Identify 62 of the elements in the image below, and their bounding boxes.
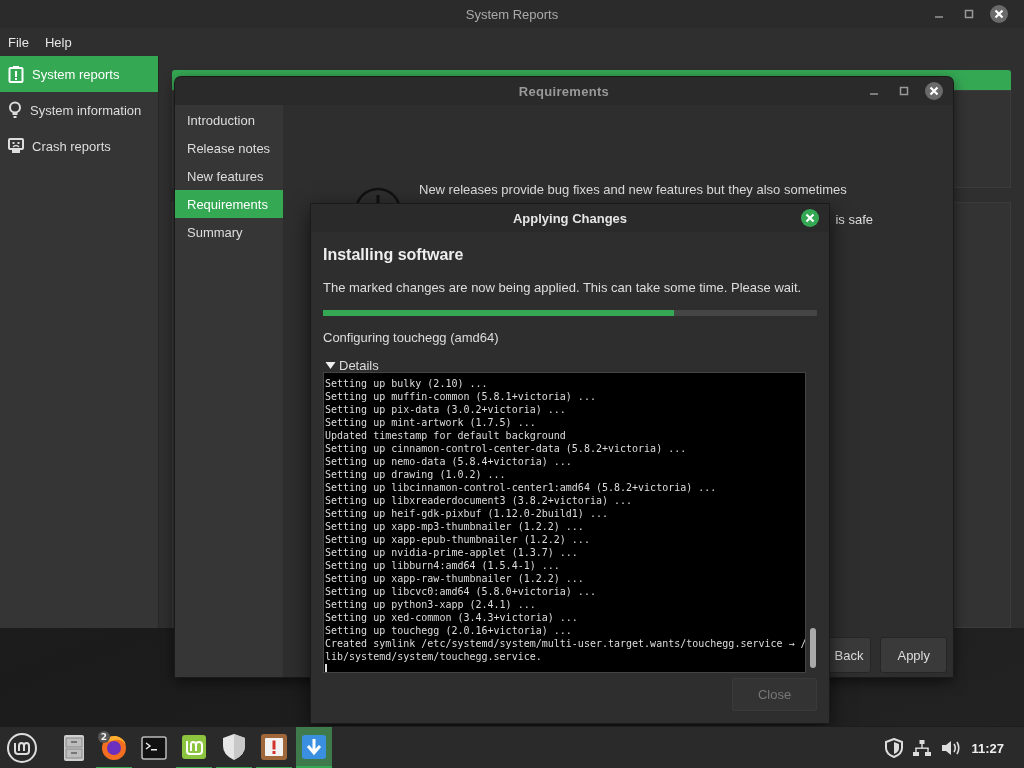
sidebar-item[interactable]: System information [0, 92, 158, 128]
log-line: Setting up muffin-common (5.8.1+victoria) ... [325, 390, 596, 403]
close-button[interactable] [923, 80, 945, 102]
file-cabinet-icon [62, 734, 86, 762]
details-expander[interactable]: Details [323, 358, 379, 372]
log-line: Setting up cinnamon-control-center-data (5.8.2+victoria) ... [325, 442, 687, 455]
log-line: Setting up xapp-raw-thumbnailer (1.2.2) ... [325, 572, 584, 585]
globe-fox-icon [100, 733, 128, 761]
log-line: Setting up xapp-epub-thumbnailer (1.2.2) ... [325, 533, 590, 546]
log-line: Setting up mint-artwork (1.7.5) ... [325, 416, 536, 429]
log-line: Setting up libcvc0:amd64 (5.8.0+victoria) ... [325, 585, 596, 598]
sidebar-item[interactable]: Crash reports [0, 128, 158, 164]
log-line: Setting up pix-data (3.0.2+victoria) ... [325, 403, 566, 416]
dialog-heading: Installing software [323, 245, 464, 265]
log-line: Setting up bulky (2.10) ... [325, 377, 488, 390]
step-item[interactable]: Introduction [175, 106, 283, 134]
clock[interactable]: 11:27 [971, 740, 1004, 756]
menu-item[interactable]: File [8, 34, 29, 50]
log-line: Setting up libcinnamon-control-center1:amd64 (5.8.2+victoria) ... [325, 481, 717, 494]
status-text: Configuring touchegg (amd64) [323, 330, 499, 346]
log-line: Setting up touchegg (2.0.16+victoria) ... [325, 624, 572, 637]
message-text: The marked changes are now being applied. This can take some time. Please wait. [323, 280, 802, 296]
log-line: Setting up xapp-mp3-thumbnailer (1.2.2) ... [325, 520, 584, 533]
maximize-icon[interactable] [899, 86, 909, 96]
shield-icon [222, 733, 246, 761]
volume-icon[interactable] [941, 740, 962, 756]
log-line: Setting up libxreaderdocument3 (3.8.2+victoria) ... [325, 494, 633, 507]
message-text: is safe [835, 212, 873, 228]
log-line: Setting up libburn4:amd64 (1.5.4-1) ... [325, 559, 560, 572]
window-title: System Reports [465, 6, 559, 22]
mint-logo-icon [181, 734, 207, 760]
maximize-icon[interactable] [964, 9, 974, 19]
shield-icon[interactable] [885, 738, 904, 758]
log-line: Setting up python3-xapp (2.4.1) ... [325, 598, 536, 611]
dialog-title: Applying Changes [512, 210, 628, 226]
close-button[interactable] [800, 208, 820, 228]
log-line: lib/systemd/system/touchegg.service. [325, 650, 542, 663]
log-line: Setting up xed-common (3.4.3+victoria) ... [325, 611, 578, 624]
log-line: Setting up drawing (1.0.2) ... [325, 468, 506, 481]
step-item[interactable]: Summary [175, 218, 283, 246]
clipboard-icon [8, 65, 24, 83]
network-icon[interactable] [913, 739, 932, 757]
close-button[interactable] [988, 3, 1010, 25]
taskbar-launcher[interactable]: 2 [96, 727, 132, 768]
alert-box-icon [260, 733, 288, 761]
log-line: Setting up nemo-data (5.8.4+victoria) ... [325, 455, 572, 468]
log-line: Updated timestamp for default background [325, 429, 566, 442]
menu-item[interactable]: Help [44, 34, 72, 50]
log-line: Setting up nvidia-prime-applet (1.3.7) ... [325, 546, 578, 559]
log-line: Created symlink /etc/systemd/system/multi-user.target.wants/touchegg.service → / [325, 637, 806, 650]
terminal-icon [141, 736, 167, 760]
log-line: Setting up heif-gdk-pixbuf (1.12.0-2build1) ... [325, 507, 608, 520]
scrollbar-thumb[interactable] [810, 628, 817, 668]
count-badge: 2 [98, 731, 110, 743]
expand-triangle-icon [325, 360, 336, 370]
sad-monitor-icon [8, 138, 24, 154]
lightbulb-icon [8, 101, 22, 119]
dialog-button[interactable]: Apply [880, 637, 947, 673]
window-title: Requirements [518, 83, 610, 99]
step-item[interactable]: Release notes [175, 134, 283, 162]
step-item[interactable]: New features [175, 162, 283, 190]
message-text: New releases provide bug fixes and new features but they also sometimes [419, 182, 847, 198]
